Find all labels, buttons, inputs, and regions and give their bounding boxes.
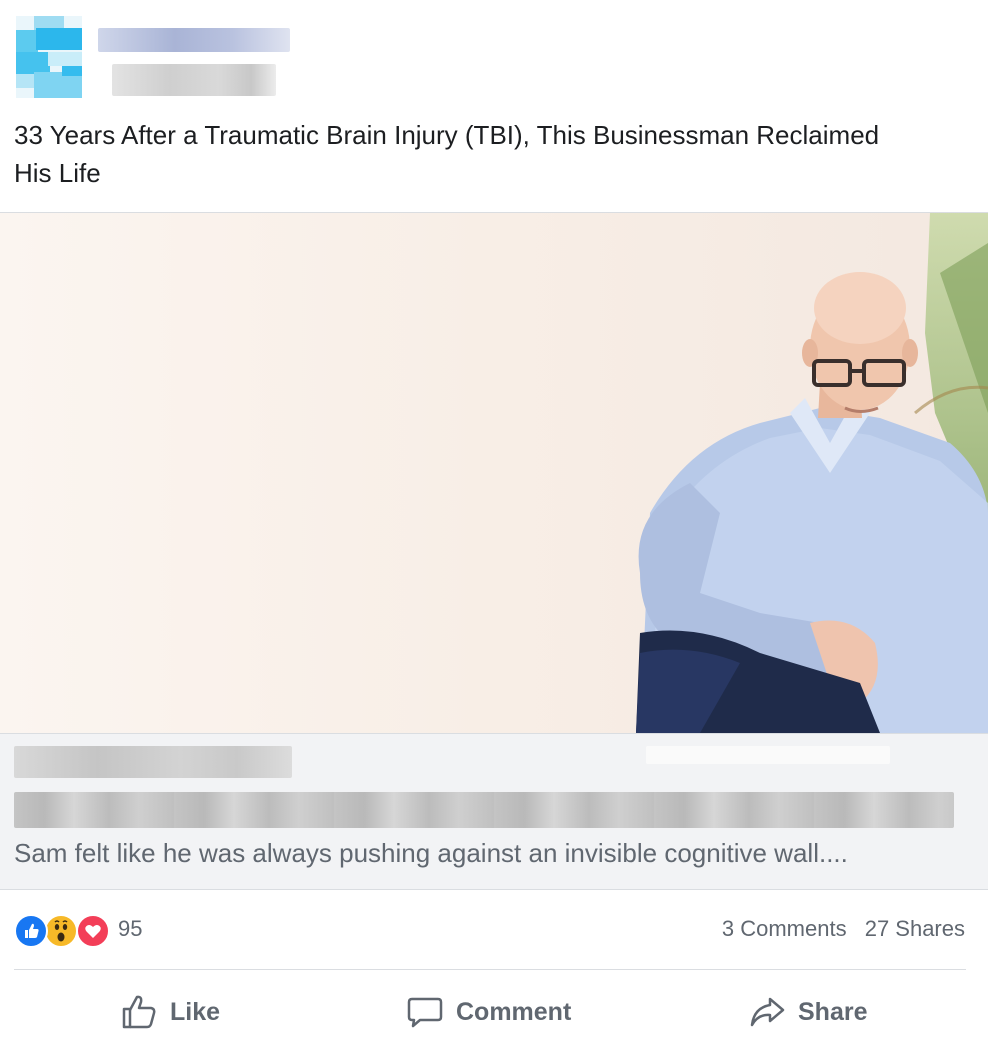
like-button[interactable]: Like <box>120 985 220 1039</box>
comment-label: Comment <box>456 997 572 1026</box>
share-button[interactable]: Share <box>748 985 867 1039</box>
comment-button[interactable]: Comment <box>406 985 571 1039</box>
share-label: Share <box>798 997 868 1026</box>
action-bar: Like Comment Share <box>0 985 988 1039</box>
comments-count[interactable]: 3 Comments <box>722 916 847 941</box>
link-domain-right-blurred <box>646 746 890 764</box>
wow-icon <box>44 914 78 948</box>
man-photo-illustration <box>0 213 988 733</box>
reaction-count[interactable]: 95 <box>118 916 142 942</box>
thumbs-up-icon <box>122 995 156 1029</box>
like-label: Like <box>170 997 221 1026</box>
comment-icon <box>407 997 443 1028</box>
link-preview-image[interactable] <box>0 213 988 733</box>
page-name-blurred[interactable] <box>98 28 290 52</box>
link-description: Sam felt like he was always pushing agai… <box>14 838 848 868</box>
shares-count[interactable]: 27 Shares <box>865 916 965 941</box>
share-icon <box>750 997 785 1027</box>
page-avatar[interactable] <box>16 16 82 98</box>
link-domain-blurred <box>14 746 292 778</box>
post-meta-blurred <box>112 64 276 96</box>
stats-right: 3 Comments 27 Shares <box>710 916 965 942</box>
like-icon <box>14 914 48 948</box>
divider <box>14 969 966 970</box>
reactions-summary[interactable] <box>14 914 114 948</box>
love-icon <box>76 914 110 948</box>
link-title-blurred <box>14 792 954 828</box>
post-header <box>0 0 988 110</box>
post-text: 33 Years After a Traumatic Brain Injury … <box>14 120 880 188</box>
